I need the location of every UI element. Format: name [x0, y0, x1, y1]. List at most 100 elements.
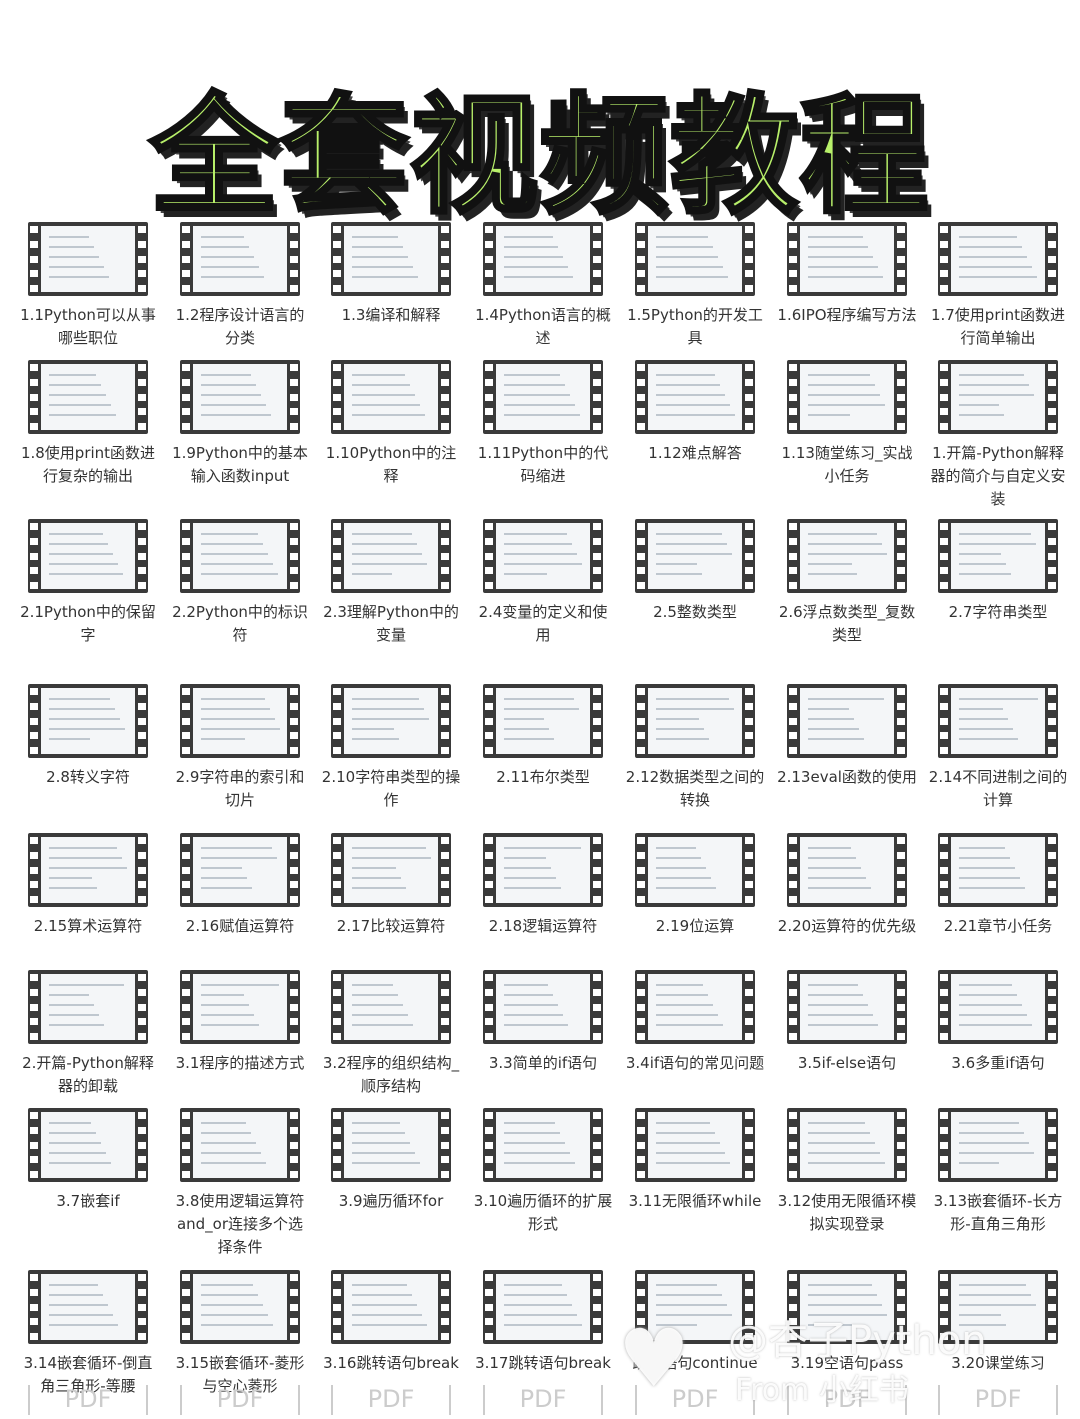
video-item[interactable]: 2.5整数类型 [625, 519, 765, 624]
video-thumbnail[interactable] [180, 833, 300, 907]
video-thumbnail[interactable] [331, 684, 451, 758]
video-item[interactable]: 1.4Python语言的概述 [473, 222, 613, 350]
video-thumbnail[interactable] [28, 519, 148, 593]
video-item[interactable]: 1.5Python的开发工具 [625, 222, 765, 350]
video-thumbnail[interactable] [483, 833, 603, 907]
video-thumbnail[interactable] [787, 360, 907, 434]
video-thumbnail[interactable] [787, 1108, 907, 1182]
video-item[interactable]: 3.13嵌套循环-长方形-直角三角形 [928, 1108, 1068, 1236]
video-item[interactable]: 2.13eval函数的使用 [777, 684, 917, 789]
video-item[interactable]: 2.17比较运算符 [321, 833, 461, 938]
video-item[interactable]: 3.8使用逻辑运算符and_or连接多个选择条件 [170, 1108, 310, 1259]
video-thumbnail[interactable] [483, 360, 603, 434]
video-item[interactable]: 2.12数据类型之间的转换 [625, 684, 765, 812]
pdf-icon[interactable]: PDF [938, 1385, 1058, 1415]
video-thumbnail[interactable] [28, 1270, 148, 1344]
video-item[interactable]: 2.16赋值运算符 [170, 833, 310, 938]
video-thumbnail[interactable] [28, 970, 148, 1044]
video-item[interactable]: 2.18逻辑运算符 [473, 833, 613, 938]
video-thumbnail[interactable] [28, 684, 148, 758]
video-item[interactable]: 3.3简单的if语句 [473, 970, 613, 1075]
video-thumbnail[interactable] [180, 519, 300, 593]
video-thumbnail[interactable] [635, 222, 755, 296]
video-item[interactable]: 2.14不同进制之间的计算 [928, 684, 1068, 812]
video-thumbnail[interactable] [483, 1108, 603, 1182]
video-thumbnail[interactable] [787, 970, 907, 1044]
pdf-icon[interactable]: PDF [28, 1385, 148, 1415]
video-item[interactable]: 2.20运算符的优先级 [777, 833, 917, 938]
video-thumbnail[interactable] [180, 360, 300, 434]
video-item[interactable]: 3.9遍历循环for [321, 1108, 461, 1213]
video-item[interactable]: 1.7使用print函数进行简单输出 [928, 222, 1068, 350]
video-item[interactable]: 2.10字符串类型的操作 [321, 684, 461, 812]
pdf-icon[interactable]: PDF [331, 1385, 451, 1415]
video-item[interactable]: 2.15算术运算符 [18, 833, 158, 938]
video-thumbnail[interactable] [483, 222, 603, 296]
video-item[interactable]: 3.11无限循环while [625, 1108, 765, 1213]
video-item[interactable]: 2.9字符串的索引和切片 [170, 684, 310, 812]
video-thumbnail[interactable] [331, 833, 451, 907]
video-thumbnail[interactable] [938, 519, 1058, 593]
video-thumbnail[interactable] [28, 833, 148, 907]
video-thumbnail[interactable] [331, 970, 451, 1044]
video-thumbnail[interactable] [787, 833, 907, 907]
video-thumbnail[interactable] [180, 684, 300, 758]
video-item[interactable]: 3.2程序的组织结构_顺序结构 [321, 970, 461, 1098]
video-item[interactable]: 3.7嵌套if [18, 1108, 158, 1213]
video-item[interactable]: 2.7字符串类型 [928, 519, 1068, 624]
video-thumbnail[interactable] [331, 1108, 451, 1182]
video-thumbnail[interactable] [635, 833, 755, 907]
video-item[interactable]: 1.13随堂练习_实战小任务 [777, 360, 917, 488]
video-item[interactable]: 2.1Python中的保留字 [18, 519, 158, 647]
video-item[interactable]: 3.5if-else语句 [777, 970, 917, 1075]
video-item[interactable]: 3.14嵌套循环-倒直角三角形-等腰 [18, 1270, 158, 1398]
video-item[interactable]: 1.11Python中的代码缩进 [473, 360, 613, 488]
video-thumbnail[interactable] [331, 519, 451, 593]
video-item[interactable]: 3.4if语句的常见问题 [625, 970, 765, 1075]
video-thumbnail[interactable] [483, 684, 603, 758]
video-thumbnail[interactable] [635, 970, 755, 1044]
video-item[interactable]: 1.9Python中的基本输入函数input [170, 360, 310, 488]
video-thumbnail[interactable] [28, 222, 148, 296]
video-item[interactable]: 3.6多重if语句 [928, 970, 1068, 1075]
video-thumbnail[interactable] [938, 222, 1058, 296]
video-thumbnail[interactable] [787, 519, 907, 593]
video-thumbnail[interactable] [28, 1108, 148, 1182]
video-item[interactable]: 1.1Python可以从事哪些职位 [18, 222, 158, 350]
video-item[interactable]: 1.10Python中的注释 [321, 360, 461, 488]
video-item[interactable]: 2.开篇-Python解释器的卸载 [18, 970, 158, 1098]
video-thumbnail[interactable] [180, 1270, 300, 1344]
video-thumbnail[interactable] [331, 222, 451, 296]
video-thumbnail[interactable] [938, 360, 1058, 434]
video-thumbnail[interactable] [180, 1108, 300, 1182]
video-item[interactable]: 1.3编译和解释 [321, 222, 461, 327]
video-item[interactable]: 1.6IPO程序编写方法 [777, 222, 917, 327]
video-item[interactable]: 2.2Python中的标识符 [170, 519, 310, 647]
video-item[interactable]: 2.4变量的定义和使用 [473, 519, 613, 647]
video-thumbnail[interactable] [180, 970, 300, 1044]
video-item[interactable]: 1.开篇-Python解释器的简介与自定义安装 [928, 360, 1068, 511]
video-item[interactable]: 3.15嵌套循环-菱形与空心菱形 [170, 1270, 310, 1398]
video-thumbnail[interactable] [787, 684, 907, 758]
pdf-icon[interactable]: PDF [180, 1385, 300, 1415]
video-item[interactable]: 1.2程序设计语言的分类 [170, 222, 310, 350]
video-thumbnail[interactable] [483, 519, 603, 593]
video-item[interactable]: 1.8使用print函数进行复杂的输出 [18, 360, 158, 488]
video-item[interactable]: 3.1程序的描述方式 [170, 970, 310, 1075]
video-thumbnail[interactable] [331, 360, 451, 434]
video-thumbnail[interactable] [938, 970, 1058, 1044]
video-item[interactable]: 3.17跳转语句break [473, 1270, 613, 1375]
video-thumbnail[interactable] [938, 833, 1058, 907]
video-thumbnail[interactable] [28, 360, 148, 434]
video-item[interactable]: 3.12使用无限循环模拟实现登录 [777, 1108, 917, 1236]
video-thumbnail[interactable] [938, 1108, 1058, 1182]
video-thumbnail[interactable] [635, 519, 755, 593]
video-item[interactable]: 3.16跳转语句break [321, 1270, 461, 1375]
video-item[interactable]: 2.21章节小任务 [928, 833, 1068, 938]
video-item[interactable]: 2.19位运算 [625, 833, 765, 938]
video-thumbnail[interactable] [180, 222, 300, 296]
video-item[interactable]: 2.6浮点数类型_复数类型 [777, 519, 917, 647]
video-thumbnail[interactable] [483, 1270, 603, 1344]
video-thumbnail[interactable] [635, 1108, 755, 1182]
video-thumbnail[interactable] [483, 970, 603, 1044]
